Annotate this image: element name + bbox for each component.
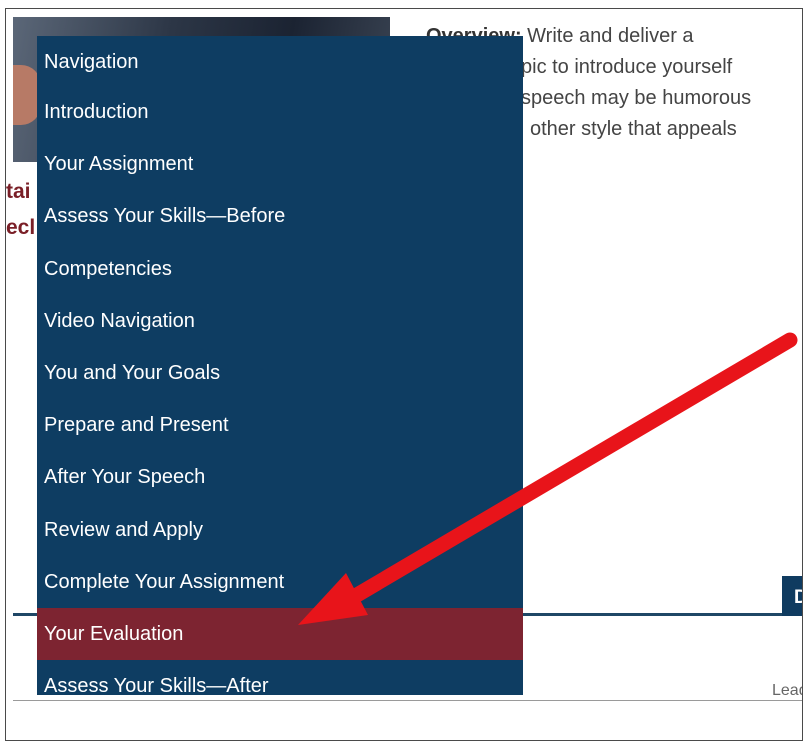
footer-divider: [13, 700, 802, 701]
menu-item-video-navigation[interactable]: Video Navigation: [37, 295, 523, 347]
overview-line-1-text: Write and deliver a: [521, 25, 694, 47]
menu-item-you-and-your-goals[interactable]: You and Your Goals: [37, 347, 523, 399]
footer-text-fragment: Lead: [772, 682, 802, 699]
menu-item-complete-your-assignment[interactable]: Complete Your Assignment: [37, 556, 523, 608]
menu-item-assess-your-skills-after[interactable]: Assess Your Skills—After: [37, 660, 523, 695]
left-heading-fragment-2: ecl: [6, 216, 36, 239]
menu-item-navigation[interactable]: Navigation: [37, 36, 523, 86]
menu-item-introduction[interactable]: Introduction: [37, 86, 523, 138]
menu-item-assess-your-skills-before[interactable]: Assess Your Skills—Before: [37, 190, 523, 242]
menu-item-competencies[interactable]: Competencies: [37, 243, 523, 295]
menu-item-your-assignment[interactable]: Your Assignment: [37, 138, 523, 190]
left-heading-fragment-1: tai: [6, 180, 31, 203]
menu-item-after-your-speech[interactable]: After Your Speech: [37, 451, 523, 503]
tab-fragment[interactable]: D: [782, 576, 802, 616]
menu-item-prepare-and-present[interactable]: Prepare and Present: [37, 399, 523, 451]
menu-item-review-and-apply[interactable]: Review and Apply: [37, 504, 523, 556]
menu-item-your-evaluation[interactable]: Your Evaluation: [37, 607, 523, 661]
navigation-menu: Navigation Introduction Your Assignment …: [37, 36, 523, 695]
